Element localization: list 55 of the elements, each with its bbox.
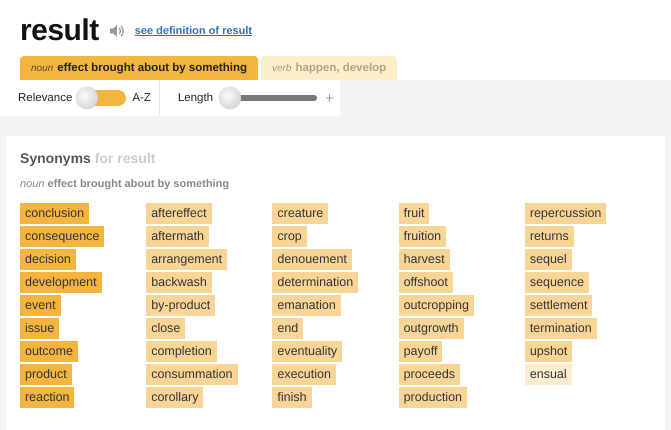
length-slider[interactable] — [219, 87, 320, 109]
synonym-link[interactable]: proceeds — [398, 364, 460, 385]
sense-tab[interactable]: noun effect brought about by something — [20, 56, 258, 80]
synonym-link[interactable]: denouement — [272, 249, 352, 270]
synonym-link[interactable]: termination — [524, 318, 597, 339]
synonym-link[interactable]: reaction — [20, 387, 74, 408]
synonym-link[interactable]: event — [20, 295, 61, 316]
a-z-label: A-Z — [132, 92, 151, 104]
synonym-link[interactable]: end — [272, 318, 304, 339]
synonym-link[interactable]: offshoot — [398, 272, 453, 293]
synonym-link[interactable]: by-product — [146, 295, 216, 316]
speaker-icon[interactable] — [108, 24, 125, 38]
synonym-link[interactable]: determination — [272, 272, 358, 293]
synonym-link[interactable]: finish — [272, 387, 312, 408]
synonym-link[interactable]: returns — [524, 226, 574, 247]
synonym-link[interactable]: emanation — [272, 295, 341, 316]
synonym-link[interactable]: arrangement — [146, 249, 228, 270]
synonym-link[interactable]: outcropping — [398, 295, 474, 316]
synonym-link[interactable]: corollary — [146, 387, 204, 408]
synonym-link[interactable]: aftermath — [146, 226, 210, 247]
sort-switch[interactable] — [78, 90, 126, 106]
relevance-label: Relevance — [18, 92, 72, 104]
synonym-link[interactable]: backwash — [146, 272, 212, 293]
synonym-link[interactable]: product — [20, 364, 72, 385]
synonym-link[interactable]: sequence — [524, 272, 590, 293]
synonym-link[interactable]: close — [146, 318, 186, 339]
synonym-link[interactable]: completion — [146, 341, 217, 362]
synonym-link[interactable]: creature — [272, 203, 328, 224]
synonym-link[interactable]: outgrowth — [398, 318, 464, 339]
synonym-link[interactable]: repercussion — [524, 203, 606, 224]
length-label: Length — [178, 92, 214, 104]
synonym-link[interactable]: crop — [272, 226, 307, 247]
synonym-link[interactable]: fruit — [398, 203, 430, 224]
synonym-link[interactable]: eventuality — [272, 341, 342, 362]
synonym-link[interactable]: fruition — [398, 226, 446, 247]
synonym-link[interactable]: conclusion — [20, 203, 90, 224]
synonym-link[interactable]: issue — [20, 318, 60, 339]
synonym-link[interactable]: sequel — [524, 249, 572, 270]
headword: result — [20, 14, 99, 48]
synonym-link[interactable]: payoff — [398, 341, 442, 362]
synonym-link[interactable]: outcome — [20, 341, 78, 362]
definition-link[interactable]: see definition of result — [134, 25, 252, 37]
synonym-link[interactable]: consequence — [20, 226, 104, 247]
synonym-link[interactable]: settlement — [524, 295, 592, 316]
synonym-link[interactable]: development — [20, 272, 102, 293]
synonym-link[interactable]: execution — [272, 364, 336, 385]
synonym-link[interactable]: consummation — [146, 364, 238, 385]
synonym-link[interactable]: ensual — [524, 364, 572, 385]
synonym-link[interactable]: harvest — [398, 249, 450, 270]
synonym-link[interactable]: production — [398, 387, 467, 408]
synonym-link[interactable]: upshot — [524, 341, 572, 362]
slider-thumb[interactable] — [219, 87, 242, 109]
synonym-link[interactable]: aftereffect — [146, 203, 212, 224]
synonym-link[interactable]: decision — [20, 249, 76, 270]
sense-description: noun effect brought about by something — [20, 178, 230, 190]
